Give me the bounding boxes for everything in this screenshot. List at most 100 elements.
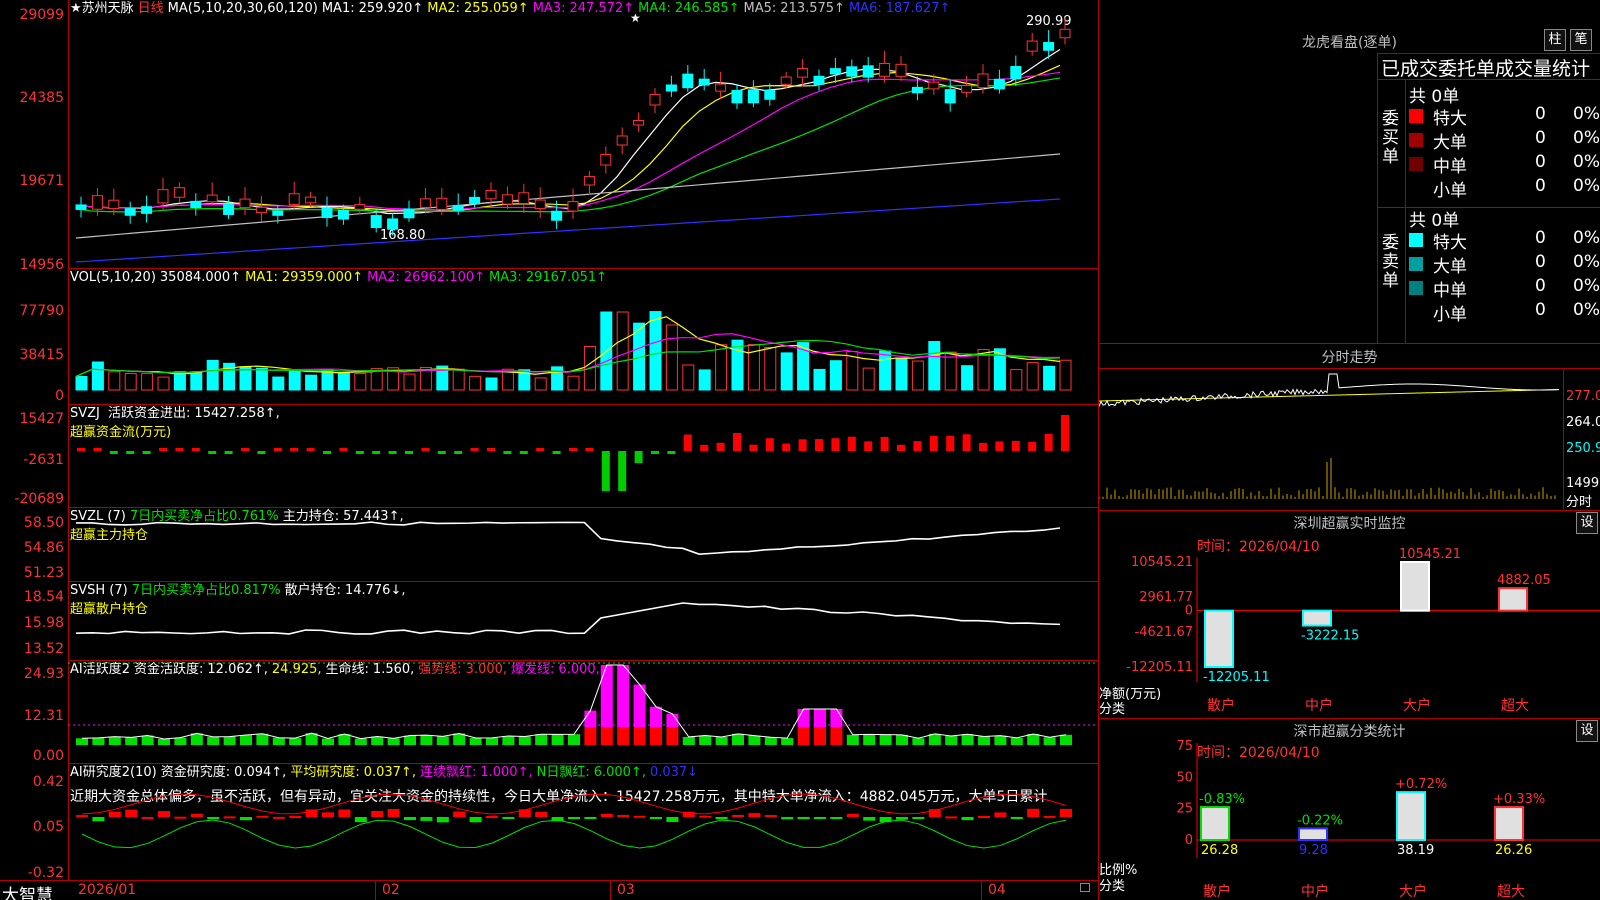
activity-bar [797, 727, 810, 745]
ai1-axis: 24.93 12.31 0.00 [0, 660, 68, 763]
fenshi-title: 分时走势 [1321, 350, 1378, 366]
candle-body [993, 78, 1005, 90]
candle-body [862, 65, 874, 78]
intraday-chart[interactable] [1099, 369, 1564, 509]
brand-logo[interactable]: 大智慧 [2, 881, 53, 900]
order-percent: 0% [1573, 104, 1600, 124]
research-bar [190, 813, 203, 817]
szcls-bar-chart[interactable]: 75 50 25 0 -0.83% 26.28 散户 -0.22% 9.28 中户 +0.72% 38… [1099, 718, 1600, 900]
activity-bar [879, 734, 892, 745]
volume-bar [764, 346, 777, 391]
research-bar [600, 813, 613, 817]
activity-bar [1027, 733, 1040, 745]
tick-mode-button[interactable]: 笔 [1570, 29, 1592, 51]
vol-tick: 77790 [19, 303, 64, 319]
flow-bar [372, 451, 381, 454]
szmon-bar [1498, 587, 1528, 612]
ai-research-pane[interactable]: AI研究度2(10) 资金研究度: 0.094↑, 平均研究度: 0.037↑, 连续飘红… [68, 763, 1098, 880]
price-pane[interactable]: ★苏州天脉 日线 MA(5,10,20,30,60,120) MA1: 259.920↑… [68, 0, 1098, 268]
szmon-bar-chart[interactable]: 10545.212961.770-4621.67-12205.11-12205.… [1099, 512, 1600, 712]
volume-bar [665, 324, 678, 391]
svzj-tick: -2631 [23, 452, 64, 468]
szmon-category: 中户 [1305, 697, 1333, 712]
research-line-green [81, 819, 1067, 849]
activity-bar [387, 738, 400, 745]
volume-bar [141, 373, 154, 391]
order-type-label: 大单 [1433, 257, 1467, 277]
research-bar [272, 816, 285, 819]
candlestick-chart[interactable] [68, 0, 1098, 268]
research-bar [781, 817, 794, 820]
szmon-value-label: 4882.05 [1497, 573, 1551, 588]
research-bar [633, 815, 646, 818]
candle-body [124, 208, 136, 216]
research-bar [584, 817, 597, 819]
candle-body [961, 85, 973, 93]
ai2-axis: 0.42 0.05 -0.32 [0, 762, 68, 880]
research-bar [207, 817, 220, 820]
activity-bar [223, 736, 236, 745]
candle-body [780, 76, 792, 85]
order-percent: 0% [1573, 176, 1600, 196]
date-tick: 04 [988, 882, 1006, 898]
flow-bar [798, 439, 807, 451]
svzl-pane[interactable]: SVZL (7) 7日内买卖净占比0.761% 主力持仓: 57.443↑, 超赢主力… [68, 507, 1098, 580]
activity-bar [453, 733, 466, 745]
szmon-xlabel: 分类 [1099, 702, 1126, 717]
szcls-value-label: 26.26 [1495, 843, 1532, 858]
activity-bar-top [814, 709, 826, 727]
volume-bar [305, 374, 318, 391]
candle-body [682, 73, 694, 89]
capital-flow-chart[interactable] [68, 405, 1098, 505]
ai-research-chart[interactable] [68, 764, 1098, 881]
activity-bar [354, 738, 367, 745]
flow-bar [765, 438, 774, 451]
price-tick: 24385 [19, 90, 64, 106]
svzl-tick: 51.23 [23, 565, 64, 581]
flow-bar [208, 451, 217, 454]
candle-body [944, 89, 956, 104]
research-bar [568, 817, 580, 819]
activity-bar [863, 734, 876, 745]
fenshi-tick: 277.0 [1566, 389, 1600, 404]
activity-bar [141, 735, 154, 745]
svsh-tick: 13.52 [23, 641, 64, 657]
retail-holding-chart[interactable] [68, 582, 1098, 660]
ai-activity-pane[interactable]: AI活跃度2 资金活跃度: 12.062↑, 24.925, 生命线: 1.560, 强势线… [68, 660, 1098, 762]
svzl-tick: 54.86 [23, 540, 64, 556]
volume-bar [469, 375, 482, 391]
flow-bar [536, 448, 545, 451]
szcls-xlabel: 分类 [1099, 879, 1126, 894]
candle-body [977, 73, 989, 89]
candle-body [91, 195, 103, 210]
research-bar [436, 817, 449, 823]
main-holding-chart[interactable] [68, 508, 1098, 581]
candle-body [518, 192, 530, 204]
lhb-tabs[interactable]: 已成交委托单成交量统计 [1381, 54, 1600, 81]
svsh-pane[interactable]: SVSH (7) 7日内买卖净占比0.817% 散户持仓: 14.776↓, 超赢散户… [68, 581, 1098, 659]
research-bar [469, 817, 482, 823]
szmon-category: 大户 [1403, 697, 1431, 712]
szcls-value-label: 38.19 [1397, 843, 1434, 858]
lock-icon[interactable] [1080, 883, 1090, 892]
ai-activity-chart[interactable] [68, 661, 1098, 763]
volume-pane[interactable]: VOL(5,10,20) 35084.000↑ MA1: 29359.000↑ MA2:… [68, 268, 1098, 403]
activity-bar [896, 734, 908, 745]
activity-bar-top [650, 706, 662, 727]
svsh-tick: 18.54 [23, 589, 64, 605]
research-bar [912, 817, 925, 819]
volume-chart[interactable] [68, 269, 1098, 404]
svsh-tick: 15.98 [23, 615, 64, 631]
activity-bar [420, 735, 433, 745]
order-percent: 0% [1573, 276, 1600, 296]
activity-bar [256, 733, 269, 745]
svzj-pane[interactable]: SVZJ 活跃资金进出: 15427.258↑, 超赢资金流(万元) [68, 404, 1098, 504]
activity-bar [994, 735, 1007, 745]
activity-bar-top [617, 665, 630, 727]
candle-body [747, 89, 759, 104]
volume-bar [403, 373, 416, 391]
research-bar [486, 816, 498, 819]
activity-bar [945, 735, 958, 745]
bar-mode-button[interactable]: 柱 [1544, 29, 1566, 51]
volume-bar [961, 365, 974, 391]
